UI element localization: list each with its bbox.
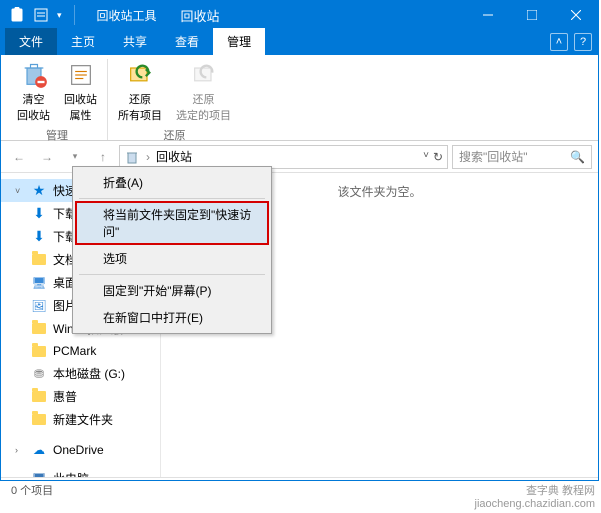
folder-icon [31, 321, 47, 337]
ribbon-group-manage-label: 管理 [46, 125, 68, 145]
tree-label: 此电脑 [53, 470, 89, 477]
refresh-icon[interactable]: ↻ [433, 150, 443, 164]
desktop-icon: 🖥 [31, 275, 47, 291]
restore-sel-label: 还原 选定的项目 [176, 91, 231, 123]
chevron-down-icon[interactable]: ˅ [15, 186, 25, 196]
minimize-button[interactable] [466, 1, 510, 29]
tab-share[interactable]: 共享 [109, 28, 161, 55]
tree-item-label: 惠普 [53, 388, 77, 405]
tree-item[interactable]: ⛃ 本地磁盘 (G:) [1, 362, 160, 385]
ribbon-group-restore-label: 还原 [164, 125, 186, 145]
tree-item[interactable]: PCMark [1, 340, 160, 362]
download-icon: ⬇ [31, 206, 47, 222]
qat-customize-icon[interactable]: ▾ [57, 10, 62, 21]
ctx-new-window[interactable]: 在新窗口中打开(E) [75, 304, 269, 331]
ribbon: 清空 回收站 回收站 属性 管理 还原 所有项目 还原 选定的项目 [1, 55, 598, 141]
restore-all-icon [126, 61, 154, 89]
folder-icon [31, 252, 47, 268]
ribbon-tabs: 文件 主页 共享 查看 管理 ˄ ? [1, 29, 598, 55]
tree-onedrive[interactable]: › ☁ OneDrive [1, 439, 160, 461]
cloud-icon: ☁ [31, 442, 47, 458]
close-button[interactable] [554, 1, 598, 29]
search-icon: 🔍 [570, 150, 585, 164]
nav-recent-icon[interactable]: ▾ [63, 145, 87, 169]
chevron-right-icon[interactable]: › [15, 445, 25, 455]
restore-all-button[interactable]: 还原 所有项目 [114, 59, 166, 125]
tab-manage[interactable]: 管理 [213, 28, 265, 55]
app-icon [9, 7, 25, 23]
titlebar: ▾ 回收站工具 回收站 [1, 1, 598, 29]
folder-icon [31, 389, 47, 405]
watermark: 查字典 教程网 jiaocheng.chazidian.com [475, 485, 595, 511]
download-icon: ⬇ [31, 229, 47, 245]
nav-up-button[interactable]: ↑ [91, 145, 115, 169]
tab-file[interactable]: 文件 [5, 28, 57, 55]
tree-item[interactable]: 新建文件夹 [1, 408, 160, 431]
folder-icon [31, 343, 47, 359]
empty-bin-icon [20, 61, 48, 89]
search-input[interactable]: 搜索"回收站" 🔍 [452, 145, 592, 169]
qat-properties-icon[interactable] [33, 7, 49, 23]
restore-sel-icon [190, 61, 218, 89]
window-title: 回收站 [167, 6, 234, 25]
tree-item-label: 本地磁盘 (G:) [53, 365, 125, 382]
ctx-options[interactable]: 选项 [75, 245, 269, 272]
ctx-pin-start[interactable]: 固定到"开始"屏幕(P) [75, 277, 269, 304]
restore-all-label: 还原 所有项目 [118, 91, 162, 123]
chevron-right-icon[interactable]: › [15, 474, 25, 478]
drive-icon: ⛃ [31, 366, 47, 382]
breadcrumb[interactable]: 回收站 [156, 148, 192, 165]
restore-selected-button[interactable]: 还原 选定的项目 [172, 59, 235, 125]
address-dropdown-icon[interactable]: ˅ [423, 150, 429, 164]
tab-home[interactable]: 主页 [57, 28, 109, 55]
pc-icon: 🖥 [31, 471, 47, 478]
empty-message: 该文件夹为空。 [337, 183, 421, 200]
recycle-props-button[interactable]: 回收站 属性 [60, 59, 101, 125]
ribbon-collapse-icon[interactable]: ˄ [550, 33, 568, 51]
props-icon [67, 61, 95, 89]
pictures-icon: 🖼 [31, 298, 47, 314]
empty-recycle-button[interactable]: 清空 回收站 [13, 59, 54, 125]
context-tab-label: 回收站工具 [87, 3, 167, 28]
folder-icon [31, 412, 47, 428]
tree-item-label: PCMark [53, 344, 96, 358]
address-bar[interactable]: › 回收站 ˅ ↻ [119, 145, 448, 169]
nav-back-button[interactable]: ← [7, 145, 31, 169]
search-placeholder: 搜索"回收站" [459, 148, 528, 165]
watermark-line: jiaocheng.chazidian.com [475, 498, 595, 511]
tab-view[interactable]: 查看 [161, 28, 213, 55]
maximize-button[interactable] [510, 1, 554, 29]
help-icon[interactable]: ? [574, 33, 592, 51]
separator [79, 198, 265, 199]
recycle-bin-icon [124, 149, 140, 165]
tree-this-pc[interactable]: › 🖥 此电脑 [1, 467, 160, 477]
item-count: 0 个项目 [11, 482, 53, 498]
ctx-pin-quick-access[interactable]: 将当前文件夹固定到"快速访问" [75, 201, 269, 245]
separator [79, 274, 265, 275]
tree-item-label: 新建文件夹 [53, 411, 113, 428]
tree-label: OneDrive [53, 443, 104, 457]
context-menu: 折叠(A) 将当前文件夹固定到"快速访问" 选项 固定到"开始"屏幕(P) 在新… [72, 166, 272, 334]
nav-forward-button[interactable]: → [35, 145, 59, 169]
tree-item[interactable]: 惠普 [1, 385, 160, 408]
empty-bin-label: 清空 回收站 [17, 91, 50, 123]
watermark-line: 查字典 教程网 [526, 485, 595, 498]
ctx-collapse[interactable]: 折叠(A) [75, 169, 269, 196]
props-label: 回收站 属性 [64, 91, 97, 123]
star-icon: ★ [31, 183, 47, 199]
